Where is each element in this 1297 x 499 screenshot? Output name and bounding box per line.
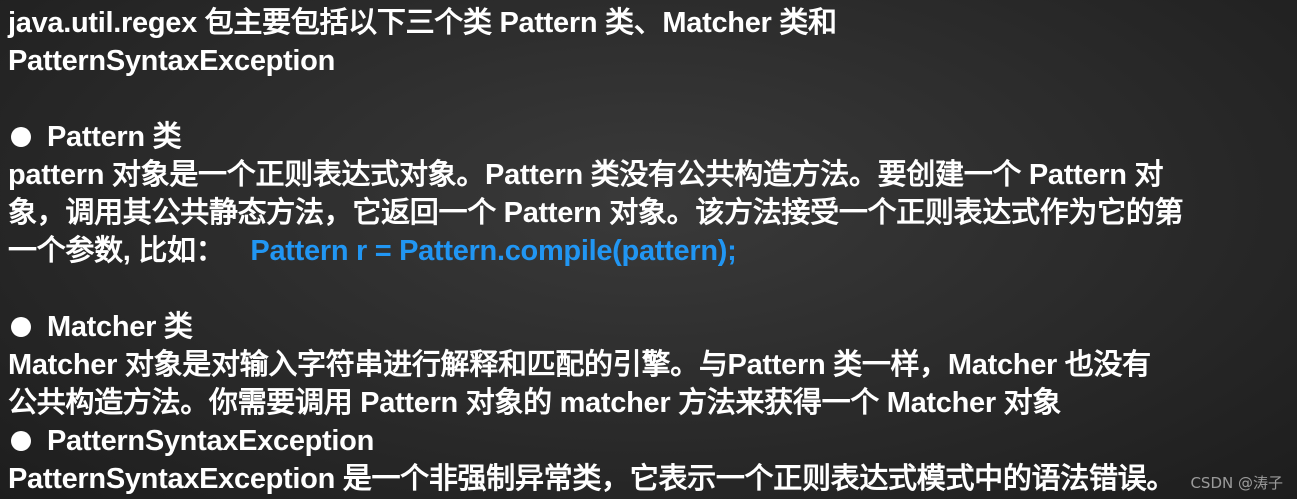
matcher-desc-line-1: Matcher 对象是对输入字符串进行解释和匹配的引擎。与Pattern 类一样… [8, 349, 1151, 381]
matcher-title: Matcher 类 [47, 311, 193, 343]
pattern-desc-text: 一个参数, 比如： [8, 235, 225, 267]
pattern-code-example: Pattern r = Pattern.compile(pattern); [250, 235, 737, 267]
matcher-desc-line-2: 公共构造方法。你需要调用 Pattern 对象的 matcher 方法来获得一个… [8, 387, 1061, 419]
pattern-desc-line-1: pattern 对象是一个正则表达式对象。Pattern 类没有公共构造方法。要… [8, 159, 1164, 191]
bullet-icon [11, 127, 31, 147]
bullet-icon [11, 431, 31, 451]
watermark: CSDN @涛子 [1190, 474, 1283, 492]
exception-heading: PatternSyntaxException [8, 422, 1292, 460]
slide-content: java.util.regex 包主要包括以下三个类 Pattern 类、Mat… [8, 4, 1292, 498]
bullet-icon [11, 317, 31, 337]
matcher-heading: Matcher 类 [8, 308, 1292, 346]
pattern-heading: Pattern 类 [8, 118, 1292, 156]
pattern-title: Pattern 类 [47, 121, 182, 153]
intro-line-2: PatternSyntaxException [8, 45, 335, 77]
exception-desc-line-1: PatternSyntaxException 是一个非强制异常类，它表示一个正则… [8, 463, 1176, 495]
pattern-desc-line-2: 象，调用其公共静态方法，它返回一个 Pattern 对象。该方法接受一个正则表达… [8, 197, 1184, 229]
pattern-desc-line-3: 一个参数, 比如： Pattern r = Pattern.compile(pat… [8, 232, 1292, 270]
intro-line-1: java.util.regex 包主要包括以下三个类 Pattern 类、Mat… [8, 7, 837, 39]
exception-title: PatternSyntaxException [47, 425, 374, 457]
